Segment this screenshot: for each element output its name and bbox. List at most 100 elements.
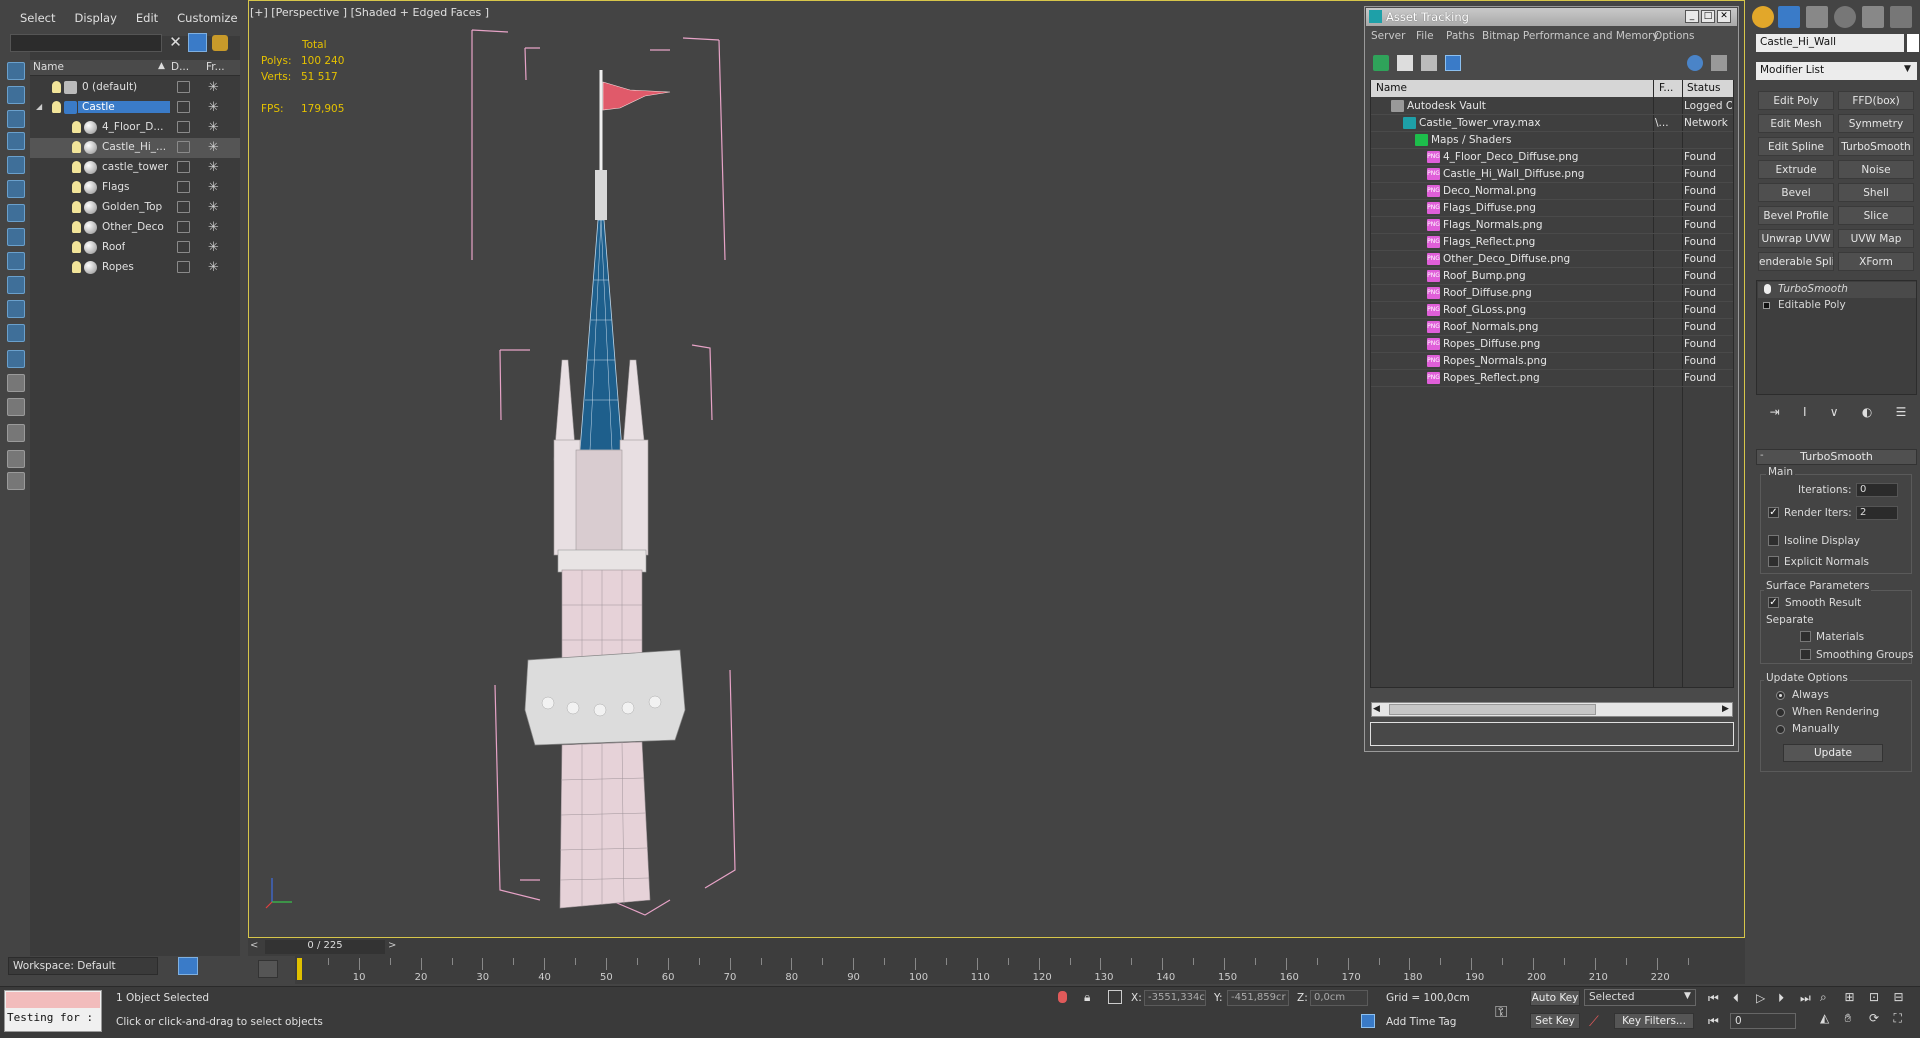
object-color-swatch[interactable] — [1907, 34, 1919, 52]
minimize-button[interactable]: _ — [1685, 10, 1699, 23]
menu-customize[interactable]: Customize — [177, 11, 237, 25]
turbosmooth-rollout-title[interactable]: TurboSmooth — [1756, 449, 1917, 465]
asset-row[interactable]: PNG Ropes_Normals.png Found — [1371, 353, 1733, 370]
modifier-button[interactable]: Unwrap UVW — [1758, 229, 1834, 248]
scene-row[interactable]: ◢ Castle ✳ — [30, 98, 240, 118]
smoothing-groups-checkbox[interactable] — [1800, 649, 1811, 660]
maximize-button[interactable]: □ — [1701, 10, 1715, 23]
scrollbar-thumb[interactable] — [1389, 704, 1596, 715]
display-toggle-icon[interactable] — [177, 141, 190, 153]
column-full-path[interactable]: F... — [1659, 82, 1673, 94]
asset-row[interactable]: PNG Castle_Hi_Wall_Diffuse.png Found — [1371, 166, 1733, 183]
smooth-result-checkbox[interactable]: ✓ — [1768, 597, 1779, 608]
update-button[interactable]: Update — [1783, 744, 1883, 762]
display-toggle-icon[interactable] — [177, 81, 190, 93]
freeze-toggle-icon[interactable]: ✳ — [208, 260, 219, 275]
modifier-button[interactable]: TurboSmooth — [1838, 137, 1914, 156]
scene-row[interactable]: Roof ✳ — [30, 238, 240, 258]
modify-tab-icon[interactable] — [1778, 6, 1800, 28]
modifier-button[interactable]: enderable Splin — [1758, 252, 1834, 271]
scene-row[interactable]: Golden_Top ✳ — [30, 198, 240, 218]
zoom-extents-icon[interactable]: ⊡ — [1869, 990, 1892, 1009]
time-slider-thumb[interactable]: 0 / 225 — [265, 940, 385, 954]
freeze-toggle-icon[interactable]: ✳ — [208, 80, 219, 95]
freeze-toggle-icon[interactable]: ✳ — [208, 140, 219, 155]
filter-options-icon[interactable] — [7, 424, 25, 442]
visibility-bulb-icon[interactable] — [72, 181, 81, 193]
show-end-result-icon[interactable]: Ⅰ — [1803, 405, 1807, 421]
column-name[interactable]: Name — [33, 61, 64, 73]
create-tab-icon[interactable] — [1752, 6, 1774, 28]
freeze-toggle-icon[interactable]: ✳ — [208, 100, 219, 115]
display-bones-icon[interactable] — [7, 276, 25, 294]
menu-select[interactable]: Select — [20, 11, 55, 25]
materials-checkbox[interactable] — [1800, 631, 1811, 642]
explicit-normals-checkbox[interactable] — [1768, 556, 1779, 567]
modifier-button[interactable]: Bevel — [1758, 183, 1834, 202]
display-invert-icon[interactable] — [7, 398, 25, 416]
prev-frame-icon[interactable]: < — [250, 940, 258, 951]
key-filters-button[interactable]: Key Filters... — [1614, 1013, 1694, 1029]
display-all-icon[interactable] — [7, 374, 25, 392]
orbit-icon[interactable]: ⟳ — [1869, 1011, 1892, 1030]
display-toggle-icon[interactable] — [177, 181, 190, 193]
y-coordinate-field[interactable]: -451,859cr — [1227, 990, 1289, 1006]
sort-arrow-icon[interactable]: ▲ — [158, 61, 165, 71]
visibility-bulb-icon[interactable] — [72, 261, 81, 273]
zoom-extents-all-icon[interactable]: ⊟ — [1894, 990, 1917, 1009]
scene-row[interactable]: Flags ✳ — [30, 178, 240, 198]
asset-row[interactable]: PNG Roof_Bump.png Found — [1371, 268, 1733, 285]
expand-arrow-icon[interactable]: ◢ — [36, 102, 42, 111]
display-containers-icon[interactable] — [7, 300, 25, 318]
absolute-mode-icon[interactable] — [1108, 990, 1122, 1004]
configure-modifier-sets-icon[interactable]: ☰ — [1896, 405, 1907, 421]
utilities-tab-icon[interactable] — [1890, 6, 1912, 28]
chevron-down-icon[interactable]: ▼ — [1904, 64, 1911, 74]
key-set-selector[interactable]: Selected — [1584, 989, 1696, 1006]
current-frame-field[interactable]: 0 — [1730, 1013, 1796, 1029]
modifier-button[interactable]: Symmetry — [1838, 114, 1914, 133]
modifier-button[interactable]: Noise — [1838, 160, 1914, 179]
pin-icon[interactable] — [1711, 55, 1727, 71]
when-rendering-radio[interactable] — [1776, 708, 1785, 717]
z-coordinate-field[interactable]: 0,0cm — [1310, 990, 1368, 1006]
freeze-toggle-icon[interactable]: ✳ — [208, 160, 219, 175]
asset-row[interactable]: PNG Flags_Diffuse.png Found — [1371, 200, 1733, 217]
maximize-viewport-icon[interactable]: ⛶ — [1894, 1011, 1917, 1030]
menu-edit[interactable]: Edit — [136, 11, 158, 25]
zoom-icon[interactable]: ⌕ — [1820, 990, 1843, 1009]
grid-view-icon[interactable] — [1445, 55, 1461, 71]
asset-row[interactable]: PNG Roof_GLoss.png Found — [1371, 302, 1733, 319]
display-xrefs-icon[interactable] — [7, 252, 25, 270]
display-lights-icon[interactable] — [7, 132, 25, 150]
workspace-selector[interactable]: Workspace: Default — [8, 957, 158, 975]
asset-row[interactable]: PNG Deco_Normal.png Found — [1371, 183, 1733, 200]
object-name-field[interactable]: Castle_Hi_Wall — [1756, 34, 1904, 52]
modifier-button[interactable]: Slice — [1838, 206, 1914, 225]
modifier-button[interactable]: Shell — [1838, 183, 1914, 202]
asset-row[interactable]: PNG Ropes_Diffuse.png Found — [1371, 336, 1733, 353]
modifier-button[interactable]: UVW Map — [1838, 229, 1914, 248]
asset-tracking-titlebar[interactable]: Asset Tracking — [1366, 8, 1737, 26]
display-spacewarps-icon[interactable] — [7, 204, 25, 222]
display-frozen-icon[interactable] — [7, 324, 25, 342]
close-button[interactable]: ✕ — [1717, 10, 1731, 23]
freeze-toggle-icon[interactable]: ✳ — [208, 180, 219, 195]
go-to-start-icon[interactable]: ⏮ — [1708, 991, 1719, 1006]
key-mode-icon[interactable]: ⏮ — [1708, 1014, 1719, 1029]
make-unique-icon[interactable]: ∨ — [1830, 405, 1839, 421]
scene-search-input[interactable] — [10, 34, 162, 52]
next-key-icon[interactable]: ⏵ — [1778, 991, 1784, 1006]
visibility-bulb-icon[interactable] — [72, 221, 81, 233]
isoline-display-checkbox[interactable] — [1768, 535, 1779, 546]
scene-row[interactable]: Other_Deco ✳ — [30, 218, 240, 238]
asset-row[interactable]: PNG Flags_Reflect.png Found — [1371, 234, 1733, 251]
stack-item-editable-poly[interactable]: Editable Poly — [1758, 298, 1916, 314]
table-view-icon[interactable] — [1421, 55, 1437, 71]
asset-row[interactable]: PNG Roof_Diffuse.png Found — [1371, 285, 1733, 302]
display-toggle-icon[interactable] — [177, 121, 190, 133]
render-iters-checkbox[interactable]: ✓ — [1768, 507, 1779, 518]
set-key-button[interactable]: Set Key — [1530, 1013, 1580, 1029]
sync-selection-icon[interactable] — [7, 472, 25, 490]
menu-options[interactable]: Options — [1654, 30, 1695, 42]
